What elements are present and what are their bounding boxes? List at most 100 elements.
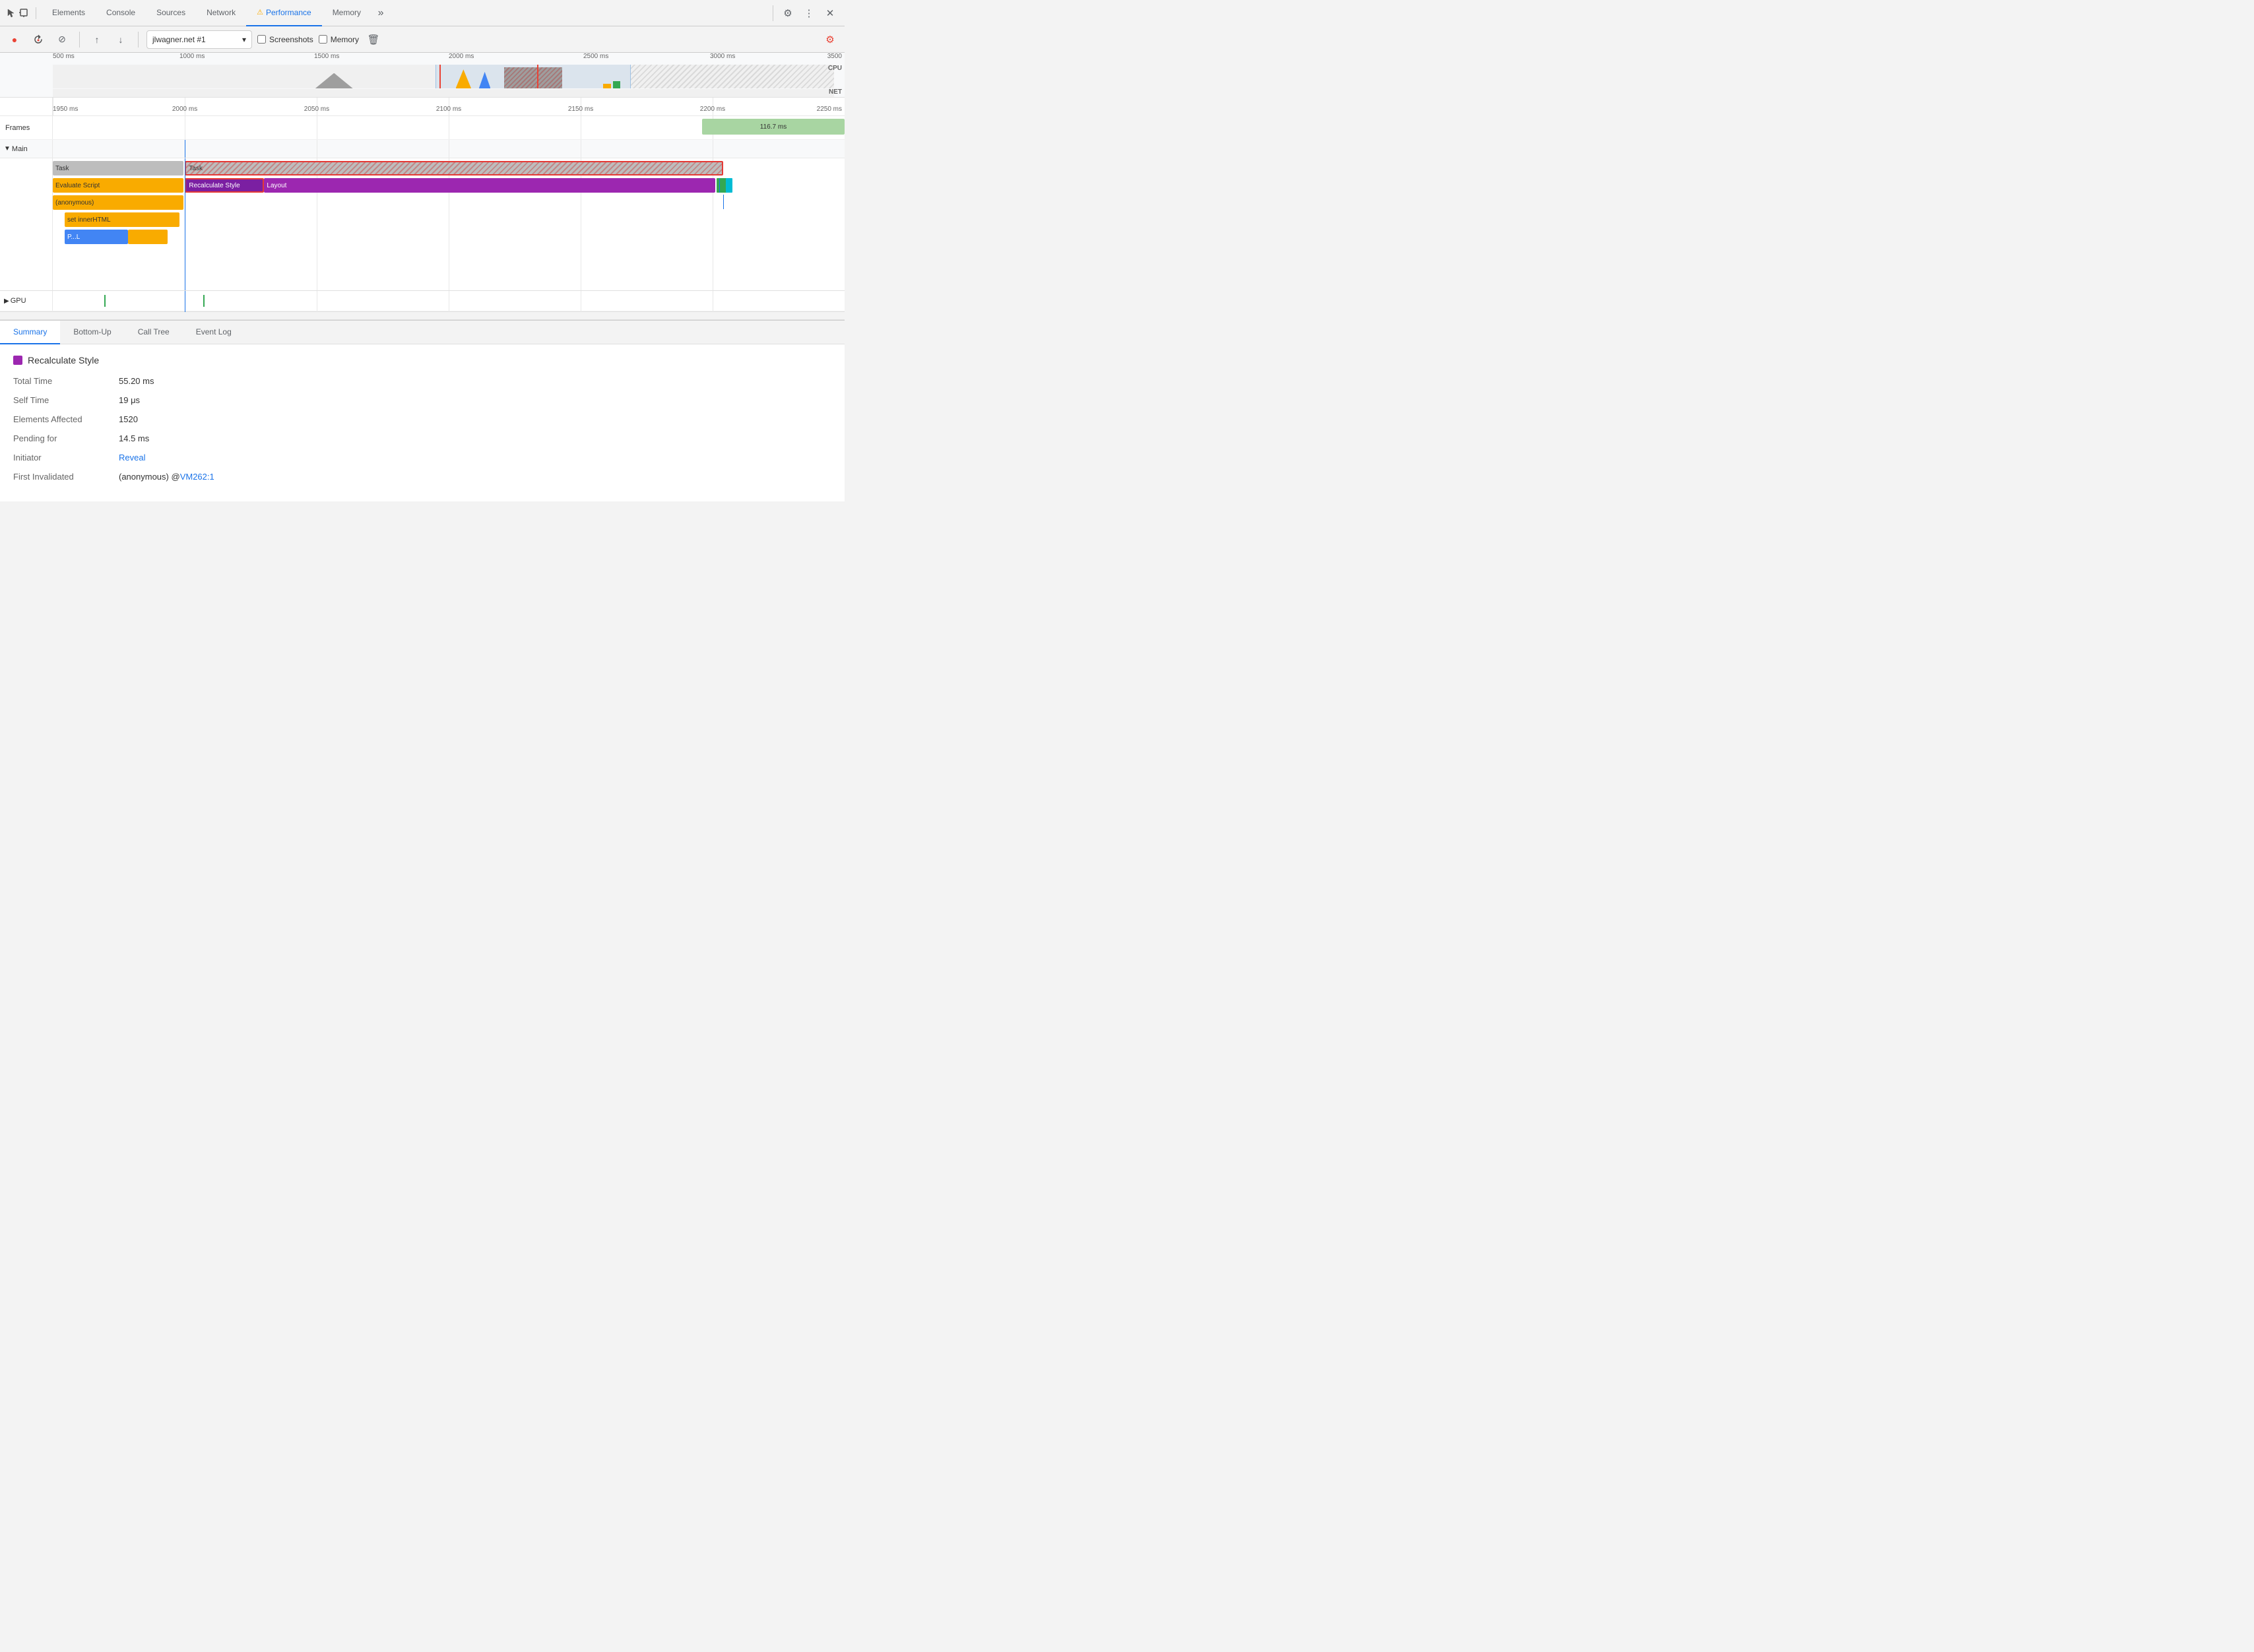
ruler-label-2000: 2000 ms — [449, 53, 474, 60]
evaluate-script-bar[interactable]: Evaluate Script — [53, 178, 183, 193]
more-icon[interactable]: ⋮ — [800, 4, 818, 22]
timeline-container: 500 ms 1000 ms 1500 ms 2000 ms 2500 ms 3… — [0, 53, 845, 320]
ruler-label-3500: 3500 — [827, 53, 842, 60]
pending-for-key: Pending for — [13, 433, 119, 443]
task-bar-left[interactable]: Task — [53, 161, 183, 175]
tab-event-log[interactable]: Event Log — [183, 321, 245, 344]
ruler-label-3000: 3000 ms — [710, 53, 735, 60]
summary-row-self-time: Self Time 19 μs — [13, 395, 831, 405]
screenshots-checkbox-label[interactable]: Screenshots — [257, 35, 313, 44]
ruler-label-2150: 2150 ms — [568, 106, 593, 113]
divider — [138, 32, 139, 48]
tab-elements[interactable]: Elements — [42, 0, 96, 26]
ruler-label-500: 500 ms — [53, 53, 75, 60]
gpu-row: ▶ GPU — [0, 290, 845, 311]
main-collapse-arrow[interactable]: ▼ — [4, 145, 11, 152]
dropdown-arrow-icon: ▾ — [242, 35, 246, 44]
first-invalidated-link[interactable]: VM262:1 — [180, 472, 214, 482]
divider — [79, 32, 80, 48]
performance-toolbar: ● ⊘ ↑ ↓ jlwagner.net #1 ▾ Screenshots Me… — [0, 26, 845, 53]
close-icon[interactable]: ✕ — [821, 4, 839, 22]
tab-network[interactable]: Network — [196, 0, 246, 26]
overview-ruler[interactable]: 500 ms 1000 ms 1500 ms 2000 ms 2500 ms 3… — [0, 53, 845, 98]
set-innerhtml-bar[interactable]: set innerHTML — [65, 212, 179, 227]
ruler-label-1950: 1950 ms — [53, 106, 78, 113]
inspect-icon[interactable] — [18, 7, 30, 19]
toolbar-right: ⚙ ⋮ ✕ — [770, 4, 839, 22]
net-label: NET — [829, 88, 842, 96]
elements-affected-value: 1520 — [119, 414, 138, 424]
upload-button[interactable]: ↑ — [88, 30, 106, 49]
memory-checkbox-label[interactable]: Memory — [319, 35, 359, 44]
first-invalidated-anonymous: (anonymous) @ — [119, 472, 180, 482]
trash-button[interactable]: 🗑 — [364, 30, 383, 49]
tab-console[interactable]: Console — [96, 0, 146, 26]
settings-icon[interactable]: ⚙ — [779, 4, 797, 22]
self-time-value: 19 μs — [119, 395, 140, 405]
yellow-small-bar — [128, 230, 168, 244]
frames-content: 116.7 ms — [53, 116, 845, 139]
elements-affected-key: Elements Affected — [13, 414, 119, 424]
teal-block — [726, 178, 732, 193]
gpu-collapse-arrow[interactable]: ▶ — [4, 298, 9, 305]
devtools-toolbar: Elements Console Sources Network ⚠ Perfo… — [0, 0, 845, 26]
task-bar-hatch[interactable]: Task — [185, 161, 723, 175]
summary-row-first-invalidated: First Invalidated (anonymous) @ VM262:1 — [13, 472, 831, 482]
anonymous-bar[interactable]: (anonymous) — [53, 195, 183, 210]
scrollbar-area[interactable] — [0, 311, 845, 319]
total-time-value: 55.20 ms — [119, 376, 154, 386]
bottom-tabs: Summary Bottom-Up Call Tree Event Log — [0, 321, 845, 344]
pending-for-value: 14.5 ms — [119, 433, 149, 443]
record-button[interactable]: ● — [5, 30, 24, 49]
overflow-button[interactable]: » — [371, 4, 390, 22]
tab-bottom-up[interactable]: Bottom-Up — [60, 321, 124, 344]
gpu-tick-1 — [104, 295, 106, 307]
frames-label: Frames — [0, 116, 53, 139]
summary-color-swatch — [13, 356, 22, 365]
recalculate-style-bar[interactable]: Recalculate Style — [185, 178, 264, 193]
tab-performance[interactable]: ⚠ Performance — [246, 0, 322, 26]
bottom-content: Recalculate Style Total Time 55.20 ms Se… — [0, 344, 845, 501]
summary-title: Recalculate Style — [13, 355, 831, 365]
ruler-label-2100: 2100 ms — [436, 106, 461, 113]
ruler-label-2000: 2000 ms — [172, 106, 197, 113]
cpu-label: CPU — [828, 65, 842, 72]
frame-block[interactable]: 116.7 ms — [702, 119, 845, 135]
summary-row-elements-affected: Elements Affected 1520 — [13, 414, 831, 424]
ruler-label-2250: 2250 ms — [817, 106, 842, 113]
warning-icon: ⚠ — [257, 8, 263, 16]
first-invalidated-key: First Invalidated — [13, 472, 119, 482]
cursor-indicator-1 — [719, 178, 720, 193]
screenshots-checkbox[interactable] — [257, 35, 266, 44]
cursor-icon[interactable] — [5, 7, 17, 19]
profile-select[interactable]: jlwagner.net #1 ▾ — [146, 30, 252, 49]
ruler-label-1500: 1500 ms — [314, 53, 339, 60]
tab-call-tree[interactable]: Call Tree — [125, 321, 183, 344]
main-section-header: ▼ Main — [0, 140, 845, 158]
ruler-label-2500: 2500 ms — [583, 53, 608, 60]
summary-row-pending-for: Pending for 14.5 ms — [13, 433, 831, 443]
cursor-indicator-2 — [723, 195, 724, 209]
bottom-panel: Summary Bottom-Up Call Tree Event Log Re… — [0, 320, 845, 501]
reload-record-button[interactable] — [29, 30, 48, 49]
initiator-reveal-link[interactable]: Reveal — [119, 453, 145, 462]
parse-layout-bar[interactable]: P...L — [65, 230, 128, 244]
gpu-tick-2 — [203, 295, 205, 307]
tab-sources[interactable]: Sources — [146, 0, 196, 26]
timeline-ruler: 1950 ms 2000 ms 2050 ms 2100 ms 2150 ms … — [0, 98, 845, 116]
tab-memory[interactable]: Memory — [322, 0, 371, 26]
clear-button[interactable]: ⊘ — [53, 30, 71, 49]
ruler-label-1000: 1000 ms — [179, 53, 205, 60]
frames-row: Frames 116.7 ms — [0, 116, 845, 140]
total-time-key: Total Time — [13, 376, 119, 386]
memory-checkbox[interactable] — [319, 35, 327, 44]
layout-bar[interactable]: Layout — [264, 178, 715, 193]
cursor-icons — [5, 7, 36, 19]
summary-row-total-time: Total Time 55.20 ms — [13, 376, 831, 386]
main-content: Task Task Evaluate Script Recalculate St… — [0, 158, 845, 290]
download-button[interactable]: ↓ — [112, 30, 130, 49]
settings-red-icon[interactable]: ⚙ — [821, 30, 839, 49]
ruler-label-2200: 2200 ms — [700, 106, 725, 113]
ruler-label-2050: 2050 ms — [304, 106, 329, 113]
tab-summary[interactable]: Summary — [0, 321, 60, 344]
